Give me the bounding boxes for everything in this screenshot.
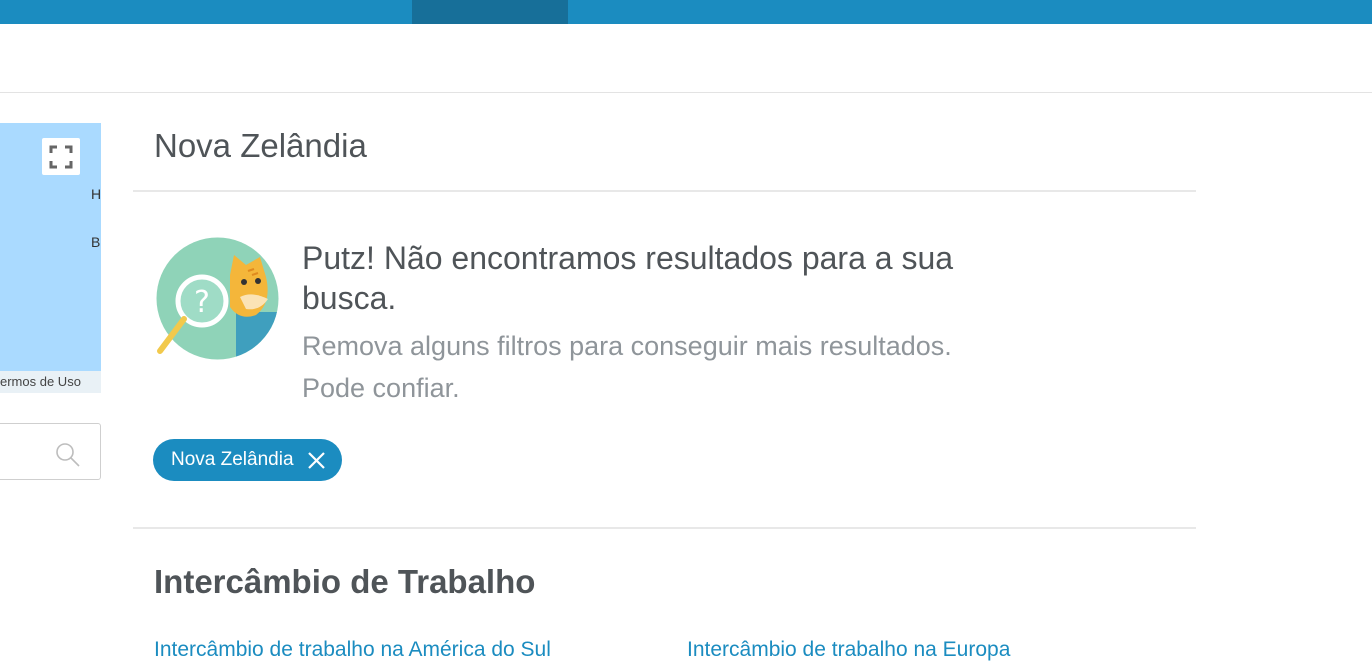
top-navigation-bar	[0, 0, 1372, 24]
link-work-exchange-europe[interactable]: Intercâmbio de trabalho na Europa	[687, 638, 1010, 662]
svg-text:?: ?	[194, 285, 210, 320]
search-input[interactable]	[0, 423, 101, 480]
page-title: Nova Zelândia	[154, 127, 367, 164]
section-title: Intercâmbio de Trabalho	[154, 563, 536, 600]
divider	[133, 527, 1196, 529]
filter-chip-label: Nova Zelândia	[171, 449, 294, 470]
close-icon[interactable]	[308, 452, 325, 469]
active-nav-tab[interactable]	[412, 0, 568, 24]
map-label: H	[91, 186, 101, 202]
filter-chip-nova-zelandia[interactable]: Nova Zelândia	[153, 439, 342, 481]
divider	[133, 190, 1196, 192]
link-work-exchange-south-america[interactable]: Intercâmbio de trabalho na América do Su…	[154, 638, 551, 662]
map-panel[interactable]: H B ermos de Uso	[0, 123, 101, 393]
fullscreen-button[interactable]	[42, 138, 80, 175]
no-results-illustration: ?	[156, 237, 279, 360]
fullscreen-icon	[49, 145, 73, 169]
empty-state-subtitle: Remova alguns filtros para conseguir mai…	[302, 331, 952, 403]
empty-state-title: Putz! Não encontramos resultados para a …	[302, 240, 954, 316]
search-icon[interactable]	[55, 442, 81, 468]
map-label: B	[91, 234, 101, 250]
sub-header	[0, 24, 1372, 93]
map-terms-link[interactable]: ermos de Uso	[0, 371, 101, 393]
